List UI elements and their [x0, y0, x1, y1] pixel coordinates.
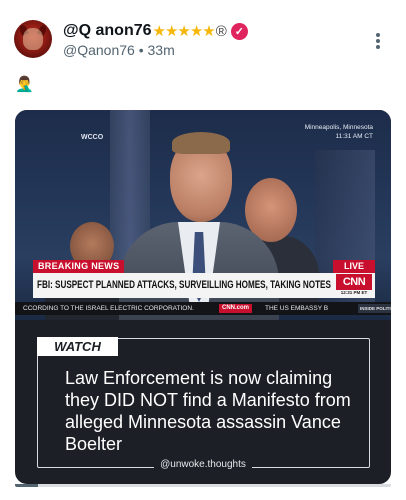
- speaker-figure: [172, 132, 230, 154]
- author-name[interactable]: @Q anon76: [63, 22, 152, 40]
- network-time: 12:31 PM ET: [340, 290, 368, 295]
- breaking-news-tag: BREAKING NEWS: [33, 260, 125, 273]
- video-progress-fill: [15, 484, 38, 487]
- more-options-icon[interactable]: [371, 30, 385, 52]
- ticker-text: CCORDING TO THE ISRAEL ELECTRIC CORPORAT…: [23, 305, 194, 312]
- video-frame: WCCO Minneapolis, Minnesota 11:31 AM CT …: [15, 110, 391, 320]
- star-icons: ★★★★★: [152, 23, 216, 40]
- ticker-show-badge: INSIDE POLITICS: [358, 304, 391, 313]
- watch-label: WATCH: [37, 337, 118, 356]
- author-row: @Q anon76 ★★★★★ ® ✓: [63, 22, 248, 40]
- registered-mark: ®: [215, 22, 227, 40]
- network-box: CNN 12:31 PM ET: [333, 273, 375, 298]
- live-tag: LIVE: [333, 260, 375, 273]
- post: @Q anon76 ★★★★★ ® ✓ @Qanon76 • 33m 🤦‍♂️ …: [0, 0, 406, 500]
- post-meta: @Qanon76 • 33m: [63, 42, 175, 58]
- avatar-face: [23, 28, 43, 50]
- video-media[interactable]: WCCO Minneapolis, Minnesota 11:31 AM CT …: [15, 110, 391, 484]
- watch-caption: Law Enforcement is now claiming they DID…: [65, 368, 351, 454]
- news-ticker: CCORDING TO THE ISRAEL ELECTRIC CORPORAT…: [15, 302, 391, 315]
- post-text: 🤦‍♂️: [15, 76, 34, 93]
- credit-handle: @unwoke.thoughts: [154, 459, 252, 470]
- location-text: Minneapolis, Minnesota: [304, 124, 373, 131]
- verified-badge-icon: ✓: [230, 22, 248, 40]
- avatar[interactable]: [14, 20, 52, 58]
- chyron-headline: FBI: SUSPECT PLANNED ATTACKS, SURVEILLIN…: [33, 273, 333, 298]
- author-handle[interactable]: @Qanon76: [63, 42, 135, 58]
- local-time-text: 11:31 AM CT: [335, 132, 373, 140]
- watch-credit: @unwoke.thoughts: [15, 459, 391, 470]
- meta-separator: •: [138, 42, 144, 58]
- post-time[interactable]: 33m: [148, 42, 175, 58]
- location-bug: Minneapolis, Minnesota 11:31 AM CT: [305, 124, 373, 142]
- ticker-text: THE US EMBASSY B: [265, 305, 329, 312]
- station-bug: WCCO: [81, 134, 104, 141]
- ticker-site: CNN.com: [219, 304, 253, 313]
- cnn-logo-icon: CNN: [336, 274, 372, 290]
- news-chyron: BREAKING NEWS LIVE FBI: SUSPECT PLANNED …: [15, 260, 391, 320]
- video-progress-bar[interactable]: [15, 484, 391, 487]
